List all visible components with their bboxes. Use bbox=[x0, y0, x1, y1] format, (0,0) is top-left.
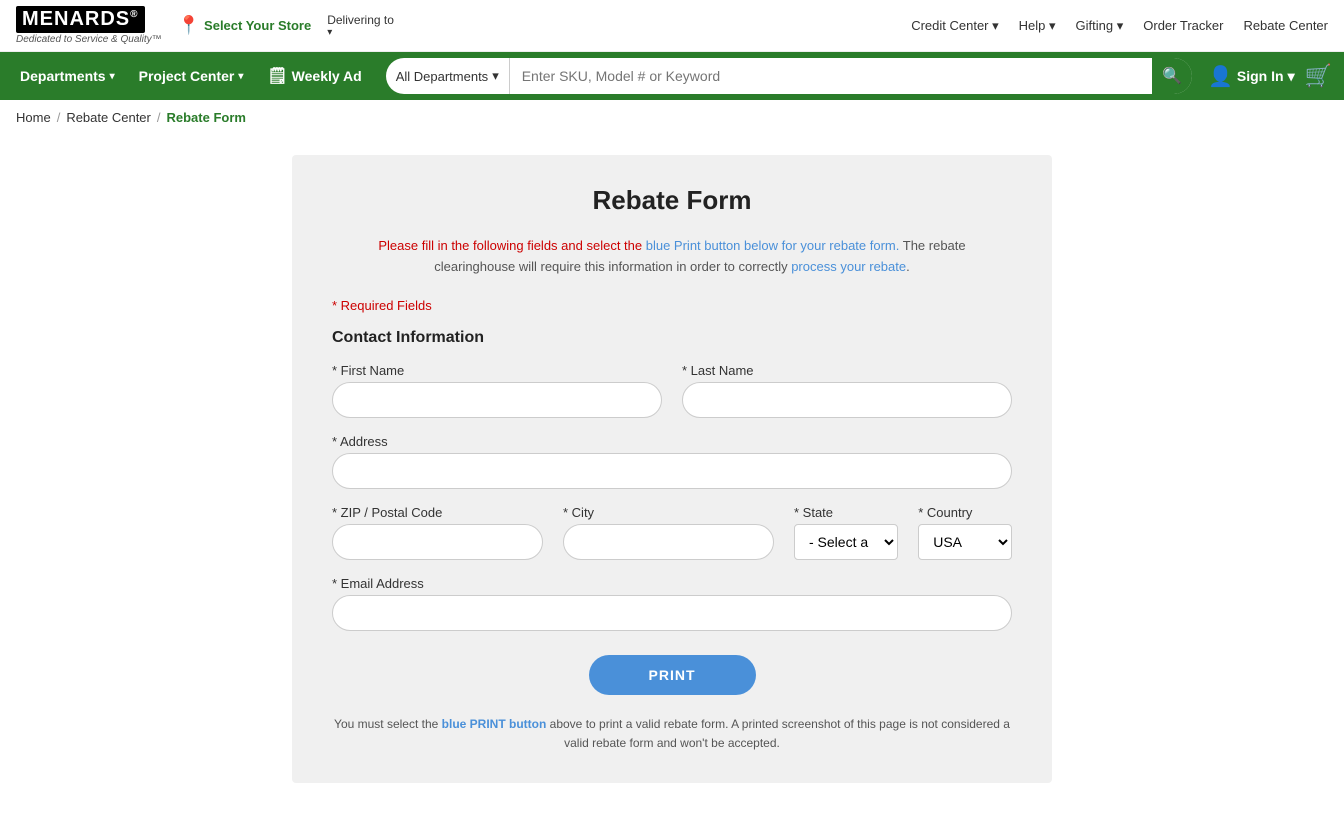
pin-icon: 📍 bbox=[178, 15, 200, 36]
print-button[interactable]: PRINT bbox=[589, 655, 756, 695]
project-center-label: Project Center bbox=[139, 68, 235, 84]
address-row: * Address bbox=[332, 434, 1012, 489]
weekly-ad-nav[interactable]: 🗒 Weekly Ad bbox=[259, 52, 369, 100]
form-title: Rebate Form bbox=[332, 185, 1012, 216]
store-select[interactable]: 📍 Select Your Store bbox=[178, 15, 312, 36]
search-dept-chevron: ▾ bbox=[492, 68, 499, 84]
form-card: Rebate Form Please fill in the following… bbox=[292, 155, 1052, 783]
credit-center-link[interactable]: Credit Center ▾ bbox=[911, 18, 998, 34]
email-row: * Email Address bbox=[332, 576, 1012, 631]
logo-text: MENARDS bbox=[16, 6, 145, 33]
nav-right: 👤 Sign In ▾ 🛒 bbox=[1208, 63, 1332, 89]
departments-nav[interactable]: Departments ▾ bbox=[12, 52, 123, 100]
address-label: * Address bbox=[332, 434, 1012, 449]
form-desc-blue2: process your rebate bbox=[791, 259, 906, 274]
project-center-nav[interactable]: Project Center ▾ bbox=[131, 52, 252, 100]
main-content: Rebate Form Please fill in the following… bbox=[0, 135, 1344, 823]
sign-in-chevron: ▾ bbox=[1288, 68, 1295, 85]
delivering-chevron: ▾ bbox=[327, 27, 332, 38]
city-input[interactable] bbox=[563, 524, 774, 560]
blue-print-text: blue PRINT button bbox=[442, 717, 547, 731]
location-row: * ZIP / Postal Code * City * State - Sel… bbox=[332, 505, 1012, 560]
search-button[interactable]: 🔍 bbox=[1152, 58, 1192, 94]
last-name-input[interactable] bbox=[682, 382, 1012, 418]
sign-in-label: Sign In bbox=[1237, 68, 1284, 84]
help-link[interactable]: Help ▾ bbox=[1019, 18, 1056, 34]
form-desc-highlighted: Please fill in the following fields and … bbox=[378, 238, 645, 253]
breadcrumb-sep-1: / bbox=[57, 110, 61, 125]
top-bar-right: Credit Center ▾ Help ▾ Gifting ▾ Order T… bbox=[911, 18, 1328, 34]
name-row: * First Name * Last Name bbox=[332, 363, 1012, 418]
state-select[interactable]: - Select a state - bbox=[794, 524, 898, 560]
zip-label: * ZIP / Postal Code bbox=[332, 505, 543, 520]
departments-chevron: ▾ bbox=[110, 71, 115, 82]
search-input[interactable] bbox=[510, 58, 1152, 94]
address-input[interactable] bbox=[332, 453, 1012, 489]
weekly-ad-label: Weekly Ad bbox=[292, 68, 362, 84]
first-name-input[interactable] bbox=[332, 382, 662, 418]
weekly-ad-icon: 🗒 bbox=[267, 66, 287, 86]
state-group: * State - Select a state - bbox=[794, 505, 898, 560]
search-dept-dropdown[interactable]: All Departments ▾ bbox=[386, 58, 510, 94]
last-name-label: * Last Name bbox=[682, 363, 1012, 378]
country-group: * Country USA bbox=[918, 505, 1012, 560]
user-icon: 👤 bbox=[1208, 64, 1233, 89]
breadcrumb: Home / Rebate Center / Rebate Form bbox=[0, 100, 1344, 135]
email-label: * Email Address bbox=[332, 576, 1012, 591]
logo: MENARDS Dedicated to Service & Quality™ bbox=[16, 6, 162, 45]
email-input[interactable] bbox=[332, 595, 1012, 631]
top-bar: MENARDS Dedicated to Service & Quality™ … bbox=[0, 0, 1344, 52]
delivering-to: Delivering to ▾ bbox=[327, 13, 394, 38]
email-group: * Email Address bbox=[332, 576, 1012, 631]
zip-input[interactable] bbox=[332, 524, 543, 560]
zip-group: * ZIP / Postal Code bbox=[332, 505, 543, 560]
order-tracker-link[interactable]: Order Tracker bbox=[1143, 18, 1223, 33]
logo-subtitle: Dedicated to Service & Quality™ bbox=[16, 34, 162, 45]
form-footer-note: You must select the blue PRINT button ab… bbox=[332, 715, 1012, 753]
address-group: * Address bbox=[332, 434, 1012, 489]
required-note: * Required Fields bbox=[332, 298, 1012, 313]
departments-label: Departments bbox=[20, 68, 106, 84]
state-label: * State bbox=[794, 505, 898, 520]
rebate-center-link[interactable]: Rebate Center bbox=[1243, 18, 1328, 33]
form-description: Please fill in the following fields and … bbox=[332, 236, 1012, 278]
breadcrumb-home[interactable]: Home bbox=[16, 110, 51, 125]
first-name-label: * First Name bbox=[332, 363, 662, 378]
search-dept-label: All Departments bbox=[396, 69, 488, 84]
project-center-chevron: ▾ bbox=[238, 71, 243, 82]
cart-icon[interactable]: 🛒 bbox=[1305, 63, 1332, 89]
breadcrumb-sep-2: / bbox=[157, 110, 161, 125]
country-label: * Country bbox=[918, 505, 1012, 520]
form-desc-blue: blue Print button below for your rebate … bbox=[646, 238, 900, 253]
nav-bar: Departments ▾ Project Center ▾ 🗒 Weekly … bbox=[0, 52, 1344, 100]
search-bar: All Departments ▾ 🔍 bbox=[386, 58, 1192, 94]
city-group: * City bbox=[563, 505, 774, 560]
form-desc-rest1: The rebate bbox=[899, 238, 965, 253]
breadcrumb-rebate-center[interactable]: Rebate Center bbox=[66, 110, 151, 125]
breadcrumb-current: Rebate Form bbox=[167, 110, 246, 125]
delivering-label: Delivering to bbox=[327, 13, 394, 27]
city-label: * City bbox=[563, 505, 774, 520]
top-bar-left: MENARDS Dedicated to Service & Quality™ … bbox=[16, 6, 394, 45]
store-select-label: Select Your Store bbox=[204, 18, 311, 33]
form-desc-rest2: clearinghouse will require this informat… bbox=[434, 259, 791, 274]
sign-in-button[interactable]: 👤 Sign In ▾ bbox=[1208, 64, 1295, 89]
section-title: Contact Information bbox=[332, 329, 1012, 347]
search-icon: 🔍 bbox=[1162, 66, 1182, 86]
first-name-group: * First Name bbox=[332, 363, 662, 418]
last-name-group: * Last Name bbox=[682, 363, 1012, 418]
country-select[interactable]: USA bbox=[918, 524, 1012, 560]
gifting-link[interactable]: Gifting ▾ bbox=[1076, 18, 1124, 34]
